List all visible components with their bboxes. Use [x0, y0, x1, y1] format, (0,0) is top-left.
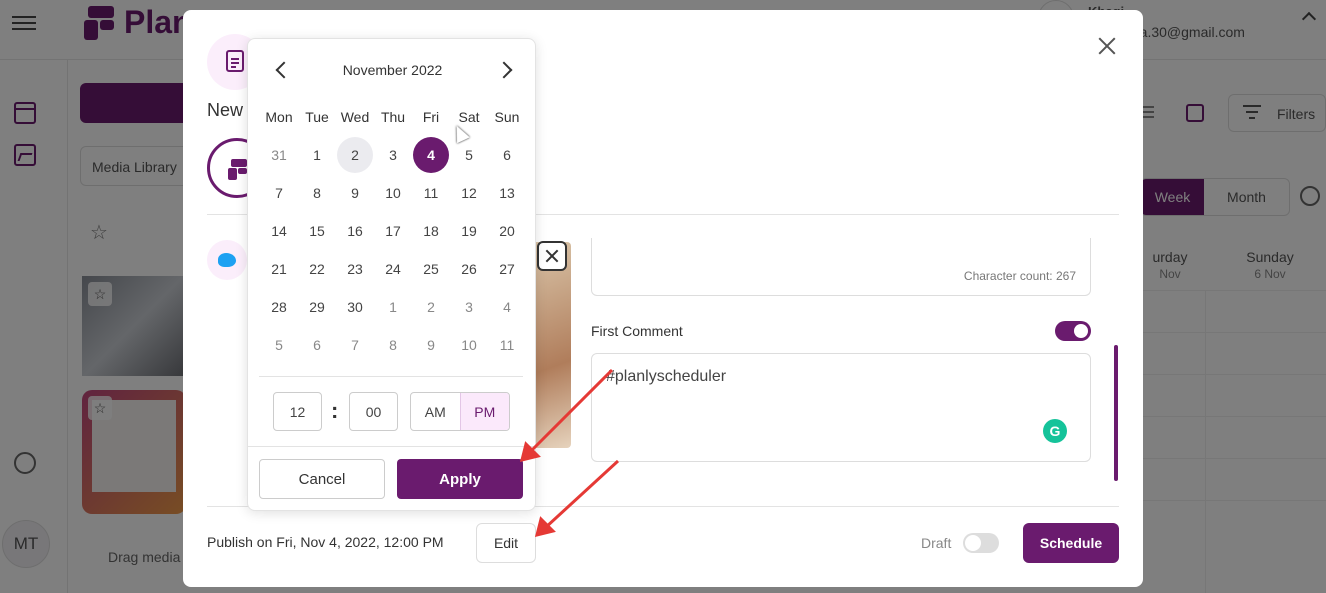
hour-input[interactable]: 12: [273, 392, 322, 431]
calendar-day[interactable]: 7: [261, 175, 297, 211]
calendar-day[interactable]: 25: [413, 251, 449, 287]
calendar-day[interactable]: 6: [299, 327, 335, 363]
am-button[interactable]: AM: [411, 393, 460, 430]
calendar-day[interactable]: 24: [375, 251, 411, 287]
scrollbar[interactable]: [1114, 345, 1118, 481]
calendar-day[interactable]: 8: [375, 327, 411, 363]
cancel-button[interactable]: Cancel: [259, 459, 385, 499]
publish-date-text: Publish on Fri, Nov 4, 2022, 12:00 PM: [207, 534, 444, 550]
calendar-day[interactable]: 10: [375, 175, 411, 211]
calendar-day[interactable]: 31: [261, 137, 297, 173]
calendar-day[interactable]: 2: [337, 137, 373, 173]
first-comment-input[interactable]: #planlyscheduler: [591, 353, 1091, 462]
weekday-header: Sat: [458, 109, 480, 125]
grammarly-icon[interactable]: G: [1043, 419, 1067, 443]
weekday-header: Thu: [380, 109, 406, 125]
character-count: Character count: 267: [964, 269, 1076, 283]
modal-title: New: [207, 100, 244, 120]
calendar-day[interactable]: 7: [337, 327, 373, 363]
first-comment-toggle[interactable]: [1055, 321, 1091, 341]
weekday-header: Tue: [305, 109, 329, 125]
attached-image-preview: [535, 242, 571, 448]
calendar-day[interactable]: 27: [489, 251, 525, 287]
first-comment-label: First Comment: [591, 323, 683, 339]
calendar-day[interactable]: 21: [261, 251, 297, 287]
calendar-day[interactable]: 4: [413, 137, 449, 173]
calendar-day[interactable]: 13: [489, 175, 525, 211]
calendar-day[interactable]: 19: [451, 213, 487, 249]
calendar-day[interactable]: 17: [375, 213, 411, 249]
character-count-value: 267: [1055, 269, 1076, 283]
calendar-day[interactable]: 1: [299, 137, 335, 173]
draft-label: Draft: [921, 535, 952, 551]
apply-button[interactable]: Apply: [397, 459, 523, 499]
time-separator: :: [331, 398, 339, 423]
calendar-day[interactable]: 11: [489, 327, 525, 363]
calendar-day[interactable]: 3: [375, 137, 411, 173]
am-pm-toggle: AM PM: [410, 392, 510, 431]
calendar-day[interactable]: 11: [413, 175, 449, 211]
calendar-day[interactable]: 9: [413, 327, 449, 363]
calendar-day[interactable]: 16: [337, 213, 373, 249]
calendar-day[interactable]: 8: [299, 175, 335, 211]
calendar-day[interactable]: 2: [413, 289, 449, 325]
draft-toggle[interactable]: [963, 533, 999, 553]
calendar-day[interactable]: 4: [489, 289, 525, 325]
calendar-day[interactable]: 15: [299, 213, 335, 249]
calendar-day[interactable]: 6: [489, 137, 525, 173]
weekday-header: Sun: [494, 109, 520, 125]
weekday-header: Mon: [265, 109, 293, 125]
calendar-day[interactable]: 1: [375, 289, 411, 325]
divider: [259, 376, 523, 377]
calendar-day[interactable]: 28: [261, 289, 297, 325]
calendar-day[interactable]: 9: [337, 175, 373, 211]
calendar-day[interactable]: 12: [451, 175, 487, 211]
calendar-day[interactable]: 10: [451, 327, 487, 363]
calendar-day[interactable]: 29: [299, 289, 335, 325]
calendar-day[interactable]: 26: [451, 251, 487, 287]
calendar-day[interactable]: 23: [337, 251, 373, 287]
calendar-day[interactable]: 14: [261, 213, 297, 249]
calendar-day[interactable]: 22: [299, 251, 335, 287]
twitter-badge[interactable]: [207, 240, 247, 280]
calendar-day[interactable]: 18: [413, 213, 449, 249]
twitter-icon: [218, 253, 236, 267]
calendar-day[interactable]: 3: [451, 289, 487, 325]
date-picker: November 2022 12 : 00 AM PM Cancel Apply…: [247, 38, 536, 511]
schedule-button[interactable]: Schedule: [1023, 523, 1119, 563]
picker-month-label: November 2022: [342, 62, 443, 78]
remove-image-button[interactable]: [537, 241, 567, 271]
document-icon: [226, 50, 244, 72]
calendar-day[interactable]: 5: [261, 327, 297, 363]
weekday-header: Wed: [340, 109, 370, 125]
character-count-label: Character count:: [963, 269, 1053, 283]
calendar-day[interactable]: 30: [337, 289, 373, 325]
post-text-area[interactable]: Character count: 267: [591, 238, 1091, 296]
edit-date-button[interactable]: Edit: [476, 523, 536, 563]
close-icon[interactable]: [1096, 35, 1118, 57]
calendar-day[interactable]: 20: [489, 213, 525, 249]
minute-input[interactable]: 00: [349, 392, 398, 431]
pm-button[interactable]: PM: [459, 393, 509, 430]
divider: [248, 446, 535, 447]
weekday-header: Fri: [422, 109, 440, 125]
